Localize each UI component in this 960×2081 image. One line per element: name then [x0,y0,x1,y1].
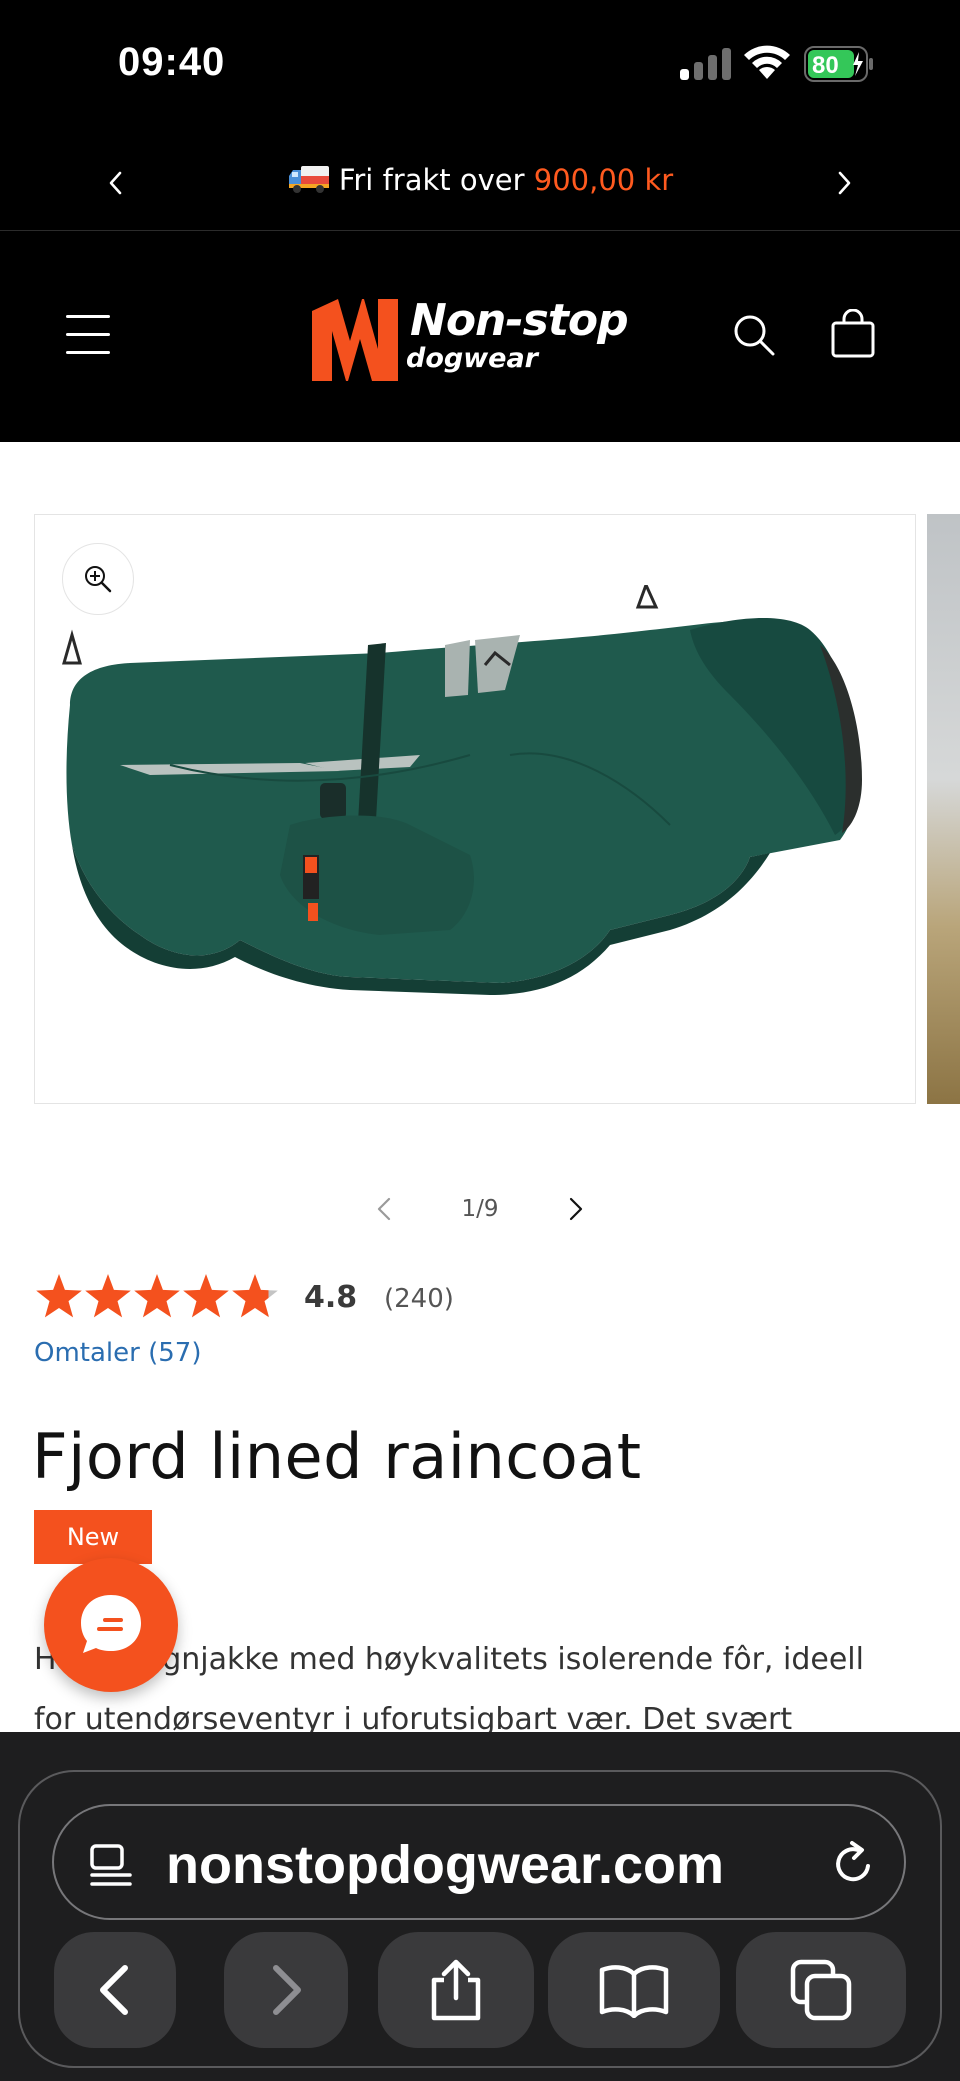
site-header: Non-stop dogwear [0,231,960,442]
rating-stars [36,1274,278,1318]
star-icon [183,1274,229,1318]
wifi-icon [744,45,790,79]
status-time: 09:40 [118,40,226,84]
chevron-right-icon [838,171,851,195]
announcement-message: Fri frakt over 900,00 kr [0,163,960,197]
star-icon [232,1274,278,1318]
announcement-next-button[interactable] [824,163,864,203]
tabs-button[interactable] [736,1932,906,2048]
cellular-signal-icon [680,48,732,80]
next-product-image-peek[interactable] [927,514,960,1104]
back-arrow-icon [100,1965,128,2015]
forward-arrow-icon [273,1965,301,2015]
logo-text-nonstop: Non-stop [410,295,629,346]
share-icon [431,1959,481,2021]
shopping-bag-icon [831,308,875,358]
announcement-bar: Fri frakt over 900,00 kr [0,135,960,231]
browser-forward-button[interactable] [224,1932,348,2048]
gallery-counter: 1/9 [461,1196,499,1222]
reload-icon[interactable] [830,1840,878,1888]
announcement-price: 900,00 kr [533,163,674,197]
menu-button[interactable] [66,315,110,355]
gallery-next-button[interactable] [560,1194,590,1224]
zoom-in-icon [85,566,112,593]
search-button[interactable] [732,313,776,357]
star-icon [134,1274,180,1318]
rating-count: (240) [384,1284,454,1314]
zoom-button[interactable] [62,543,134,615]
browser-back-button[interactable] [54,1932,176,2048]
tabs-icon [790,1959,852,2021]
browser-toolbar: nonstopdogwear.com [0,1732,960,2081]
gallery-prev-button[interactable] [370,1194,400,1224]
gallery-slider-controls: 1/9 [360,1188,600,1232]
reviews-link[interactable]: Omtaler (57) [34,1338,201,1368]
book-icon [599,1965,669,2018]
logo-text-dogwear: dogwear [406,343,538,374]
brand-logo[interactable]: Non-stop dogwear [310,293,650,387]
product-title: Fjord lined raincoat [32,1420,642,1493]
new-badge: New [34,1510,152,1564]
bookmarks-button[interactable] [548,1932,720,2048]
delivery-truck-icon [288,166,329,193]
cart-button[interactable] [830,308,876,359]
announcement-text: Fri frakt over [338,163,534,197]
star-icon [85,1274,131,1318]
url-text: nonstopdogwear.com [166,1835,725,1895]
address-bar[interactable]: nonstopdogwear.com [52,1804,906,1920]
page-menu-icon[interactable] [88,1842,134,1888]
star-icon [36,1274,82,1318]
search-icon [734,315,775,356]
share-button[interactable] [378,1932,534,2048]
chat-bubble-icon [81,1595,141,1653]
svg-text:80: 80 [812,52,839,79]
logo-mark-icon [312,299,398,381]
status-bar: 09:40 80 [0,0,960,135]
rating-value: 4.8 [304,1280,358,1315]
battery-icon: 80 [804,46,873,82]
product-image-raincoat[interactable] [50,585,890,1045]
chat-button[interactable] [44,1558,178,1692]
